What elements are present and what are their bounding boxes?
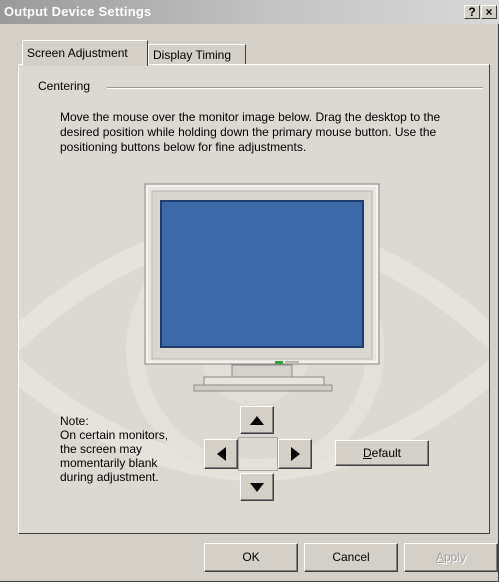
move-up-button[interactable]: [240, 406, 274, 434]
move-left-button[interactable]: [204, 439, 238, 469]
cancel-button[interactable]: Cancel: [304, 543, 398, 572]
monitor-icon: [144, 183, 380, 392]
ok-button[interactable]: OK: [204, 543, 298, 572]
title-bar: Output Device Settings ? ×: [0, 0, 499, 24]
default-button[interactable]: Default: [335, 440, 429, 466]
group-divider: [107, 87, 483, 89]
note-line: during adjustment.: [60, 470, 159, 484]
apply-button-mnemonic: A: [435, 550, 444, 564]
dialog-window: Output Device Settings ? × Screen Adjust…: [0, 0, 499, 582]
move-down-button[interactable]: [240, 473, 274, 501]
note-text: Note: On certain monitors, the screen ma…: [60, 414, 210, 484]
note-line: the screen may: [60, 442, 143, 456]
arrow-up-icon: [250, 415, 264, 425]
tab-screen-adjustment[interactable]: Screen Adjustment: [22, 40, 148, 66]
default-button-mnemonic: D: [362, 446, 372, 460]
arrow-right-icon: [290, 447, 300, 461]
note-line: Note:: [60, 414, 89, 428]
instructions-text: Move the mouse over the monitor image be…: [60, 110, 441, 154]
tab-display-timing[interactable]: Display Timing: [148, 44, 246, 66]
tab-panel: Centering Move the mouse over the monito…: [18, 64, 490, 534]
arrow-down-icon: [250, 482, 264, 492]
apply-button[interactable]: Apply: [404, 543, 498, 572]
note-line: On certain monitors,: [60, 428, 169, 442]
close-button[interactable]: ×: [481, 5, 497, 19]
move-right-button[interactable]: [278, 439, 312, 469]
help-button[interactable]: ?: [464, 5, 480, 19]
centering-group-label: Centering: [38, 79, 95, 93]
window-title: Output Device Settings: [4, 4, 152, 19]
arrow-pad-center: [238, 437, 278, 471]
monitor-screen: [160, 200, 364, 348]
tab-label: Screen Adjustment: [27, 46, 128, 60]
arrow-left-icon: [216, 447, 226, 461]
tab-label: Display Timing: [153, 48, 232, 62]
monitor-image[interactable]: [144, 183, 384, 397]
note-line: momentarily blank: [60, 456, 158, 470]
apply-button-label: pply: [444, 550, 467, 564]
default-button-label: efault: [371, 446, 402, 460]
